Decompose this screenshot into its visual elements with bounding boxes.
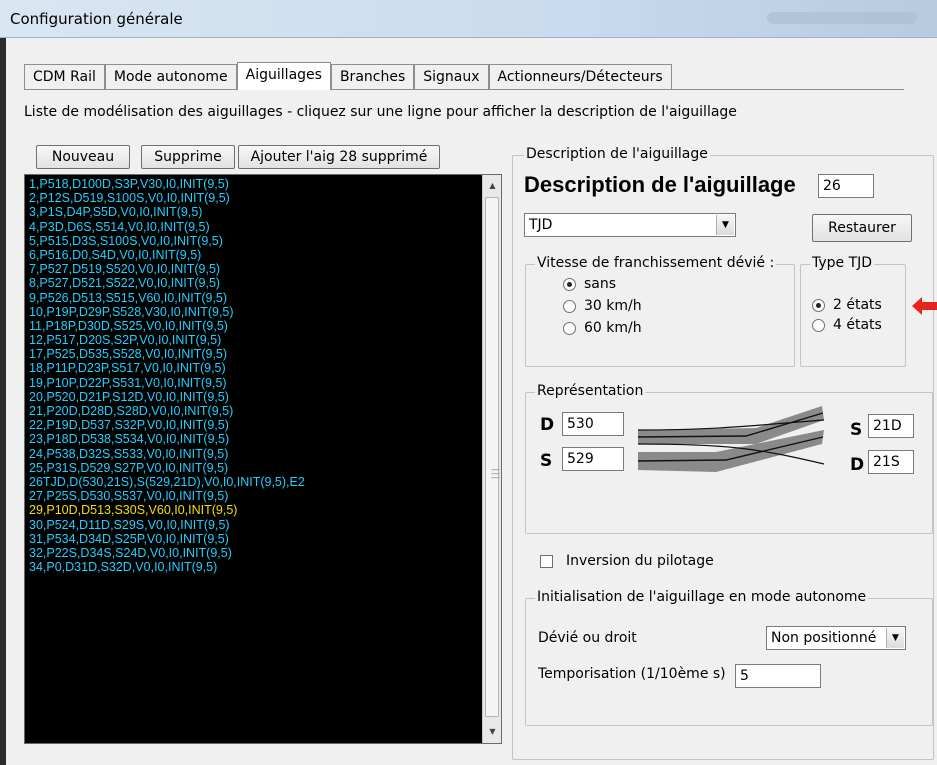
inversion-checkbox[interactable] xyxy=(540,555,553,568)
list-item[interactable]: 29,P10D,D513,S30S,V60,I0,INIT(9,5) xyxy=(29,503,479,517)
list-item[interactable]: 17,P525,D535,S528,V0,I0,INIT(9,5) xyxy=(29,347,479,361)
list-item[interactable]: 34,P0,D31D,S32D,V0,I0,INIT(9,5) xyxy=(29,560,479,574)
restore-button[interactable]: Restaurer xyxy=(812,214,912,242)
tjd-radio-2-etats[interactable]: 2 états xyxy=(812,297,882,313)
scroll-up-icon[interactable]: ▲ xyxy=(483,177,501,195)
list-item[interactable]: 26TJD,D(530,21S),S(529,21D),V0,I0,INIT(9… xyxy=(29,475,479,489)
list-item[interactable]: 27,P25S,D530,S537,V0,I0,INIT(9,5) xyxy=(29,489,479,503)
new-button[interactable]: Nouveau xyxy=(36,145,130,169)
list-item[interactable]: 6,P516,D0,S4D,V0,I0,INIT(9,5) xyxy=(29,248,479,262)
turnout-number-input[interactable]: 26 xyxy=(818,174,874,198)
tab-aiguillages[interactable]: Aiguillages xyxy=(236,62,331,90)
d-left-input[interactable]: 530 xyxy=(562,412,624,436)
list-item[interactable]: 10,P19P,D29P,S528,V30,I0,INIT(9,5) xyxy=(29,305,479,319)
list-item[interactable]: 20,P520,D21P,S12D,V0,I0,INIT(9,5) xyxy=(29,390,479,404)
description-title: Description de l'aiguillage xyxy=(524,172,796,197)
list-scrollbar[interactable]: ▲ — — — ▼ xyxy=(482,175,501,743)
radio-icon xyxy=(563,321,576,335)
red-arrow-icon xyxy=(912,297,937,315)
tab-mode-autonome[interactable]: Mode autonome xyxy=(104,64,237,90)
devie-label: Dévié ou droit xyxy=(538,630,637,646)
radio-icon xyxy=(563,299,576,313)
turnout-rows: 1,P518,D100D,S3P,V30,I0,INIT(9,5) 2,P12S,… xyxy=(29,177,479,574)
tjd-type-group xyxy=(800,264,906,367)
list-item[interactable]: 3,P1S,D4P,S5D,V0,I0,INIT(9,5) xyxy=(29,205,479,219)
description-group-label: Description de l'aiguillage xyxy=(524,146,710,162)
tempo-input[interactable]: 5 xyxy=(735,664,821,688)
tjd-option-label: 4 états xyxy=(833,317,882,333)
radio-checked-icon xyxy=(812,298,825,312)
d-right-letter: D xyxy=(850,455,865,475)
s-right-letter: S xyxy=(850,420,863,440)
d-left-letter: D xyxy=(540,415,555,435)
radio-icon xyxy=(812,318,825,332)
list-item[interactable]: 31,P534,D34D,S25P,V0,I0,INIT(9,5) xyxy=(29,532,479,546)
list-item[interactable]: 7,P527,D519,S520,V0,I0,INIT(9,5) xyxy=(29,262,479,276)
list-item[interactable]: 12,P517,D20S,S2P,V0,I0,INIT(9,5) xyxy=(29,333,479,347)
representation-group-label: Représentation xyxy=(535,383,646,399)
list-item[interactable]: 21,P20D,D28D,S28D,V0,I0,INIT(9,5) xyxy=(29,404,479,418)
grip-icon: — — — xyxy=(491,465,500,483)
list-item[interactable]: 19,P10P,D22P,S531,V0,I0,INIT(9,5) xyxy=(29,376,479,390)
list-item[interactable]: 11,P18P,D30D,S525,V0,I0,INIT(9,5) xyxy=(29,319,479,333)
speed-radio-30[interactable]: 30 km/h xyxy=(563,298,642,314)
scroll-thumb[interactable]: — — — xyxy=(485,197,500,717)
devie-value: Non positionné xyxy=(771,630,877,646)
inversion-label: Inversion du pilotage xyxy=(566,553,714,569)
speed-option-label: 30 km/h xyxy=(584,298,642,314)
tab-branches[interactable]: Branches xyxy=(330,64,415,90)
list-item[interactable]: 4,P3D,D6S,S514,V0,I0,INIT(9,5) xyxy=(29,220,479,234)
tab-strip: CDM Rail Mode autonome Aiguillages Branc… xyxy=(24,62,672,90)
instructions-text: Liste de modélisation des aiguillages - … xyxy=(24,104,737,120)
tab-divider xyxy=(24,89,904,90)
list-item[interactable]: 22,P19D,D537,S32P,V0,I0,INIT(9,5) xyxy=(29,418,479,432)
radio-checked-icon xyxy=(563,277,576,291)
speed-radio-sans[interactable]: sans xyxy=(563,276,616,292)
s-right-input[interactable]: 21D xyxy=(868,414,914,438)
tjd-type-group-label: Type TJD xyxy=(810,255,875,271)
turnout-type-select[interactable]: TJD ▼ xyxy=(524,213,736,237)
tjd-diagram xyxy=(637,406,825,472)
list-item[interactable]: 2,P12S,D519,S100S,V0,I0,INIT(9,5) xyxy=(29,191,479,205)
chevron-down-icon[interactable]: ▼ xyxy=(716,215,734,235)
speed-option-label: sans xyxy=(584,276,617,292)
list-item[interactable]: 30,P524,D11D,S29S,V0,I0,INIT(9,5) xyxy=(29,518,479,532)
title-bar: Configuration générale xyxy=(0,0,937,38)
d-right-input[interactable]: 21S xyxy=(868,450,914,474)
tjd-option-label: 2 états xyxy=(833,297,882,313)
tab-cdm-rail[interactable]: CDM Rail xyxy=(24,64,105,90)
window-title: Configuration générale xyxy=(10,10,183,28)
speed-group-label: Vitesse de franchissement dévié : xyxy=(535,255,777,271)
title-bar-controls xyxy=(767,12,917,24)
list-item[interactable]: 9,P526,D513,S515,V60,I0,INIT(9,5) xyxy=(29,291,479,305)
list-item[interactable]: 32,P22S,D34S,S24D,V0,I0,INIT(9,5) xyxy=(29,546,479,560)
devie-select[interactable]: Non positionné ▼ xyxy=(766,626,906,650)
speed-radio-60[interactable]: 60 km/h xyxy=(563,320,642,336)
list-item[interactable]: 5,P515,D3S,S100S,V0,I0,INIT(9,5) xyxy=(29,234,479,248)
init-group xyxy=(525,598,933,726)
list-item[interactable]: 8,P527,D521,S522,V0,I0,INIT(9,5) xyxy=(29,276,479,290)
init-group-label: Initialisation de l'aiguillage en mode a… xyxy=(535,589,869,605)
tjd-radio-4-etats[interactable]: 4 états xyxy=(812,317,882,333)
chevron-down-icon[interactable]: ▼ xyxy=(886,628,904,648)
list-item[interactable]: 18,P11P,D23P,S517,V0,I0,INIT(9,5) xyxy=(29,361,479,375)
tab-actionneurs[interactable]: Actionneurs/Détecteurs xyxy=(488,64,672,90)
turnout-list[interactable]: 1,P518,D100D,S3P,V30,I0,INIT(9,5) 2,P12S,… xyxy=(24,174,502,744)
list-item[interactable]: 24,P538,D32S,S533,V0,I0,INIT(9,5) xyxy=(29,447,479,461)
list-item[interactable]: 1,P518,D100D,S3P,V30,I0,INIT(9,5) xyxy=(29,177,479,191)
s-left-letter: S xyxy=(540,451,553,471)
scroll-down-icon[interactable]: ▼ xyxy=(483,723,501,741)
tempo-label: Temporisation (1/10ème s) xyxy=(538,666,726,682)
list-item[interactable]: 23,P18D,D538,S534,V0,I0,INIT(9,5) xyxy=(29,432,479,446)
window-edge xyxy=(0,38,6,765)
add-deleted-button[interactable]: Ajouter l'aig 28 supprimé xyxy=(238,145,440,169)
speed-option-label: 60 km/h xyxy=(584,320,642,336)
s-left-input[interactable]: 529 xyxy=(562,447,624,471)
tab-signaux[interactable]: Signaux xyxy=(414,64,489,90)
turnout-type-value: TJD xyxy=(529,217,553,233)
list-item[interactable]: 25,P31S,D529,S27P,V0,I0,INIT(9,5) xyxy=(29,461,479,475)
delete-button[interactable]: Supprime xyxy=(141,145,235,169)
